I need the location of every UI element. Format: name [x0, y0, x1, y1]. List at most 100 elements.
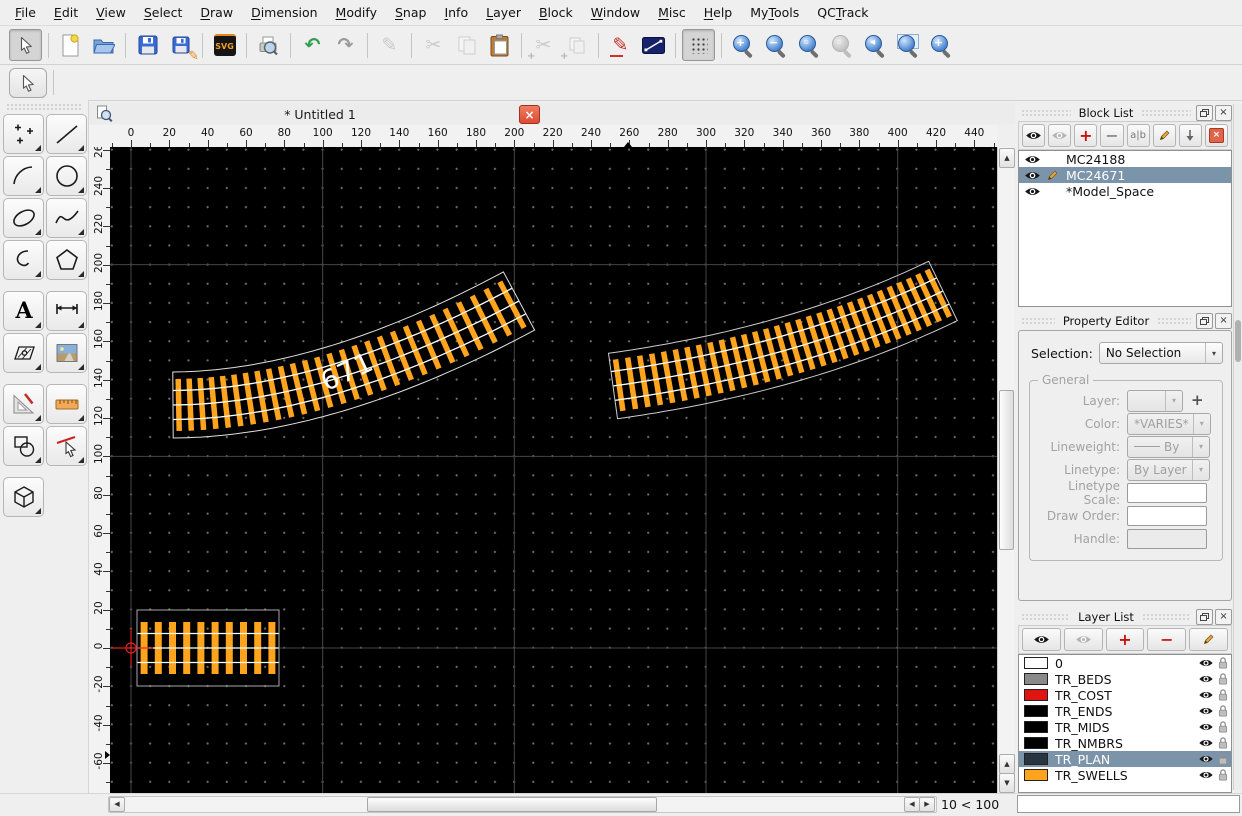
- print-preview-button[interactable]: [253, 30, 284, 60]
- hide-all-layers-button[interactable]: [1064, 628, 1103, 651]
- lock-icon[interactable]: [1218, 705, 1228, 717]
- color-combobox[interactable]: *VARIES*▾: [1127, 413, 1211, 435]
- close-panel-button[interactable]: ×: [1215, 105, 1232, 121]
- select-entities-button[interactable]: [46, 426, 87, 466]
- solid-3d-tool-button[interactable]: [3, 477, 44, 517]
- pen-style-button[interactable]: ✎: [374, 30, 405, 60]
- zoom-auto-button[interactable]: ▫: [794, 30, 825, 60]
- layer-visibility-toggle[interactable]: [1198, 706, 1218, 716]
- insert-block-button[interactable]: [1179, 124, 1202, 147]
- block-list-item[interactable]: MC24671: [1019, 167, 1231, 183]
- layer-list-item[interactable]: TR_NMBRS: [1019, 735, 1231, 751]
- layer-visibility-toggle[interactable]: [1198, 674, 1218, 684]
- menu-item[interactable]: Snap: [386, 1, 435, 24]
- layer-visibility-toggle[interactable]: [1198, 754, 1218, 764]
- selection-combobox[interactable]: No Selection ▾: [1099, 342, 1223, 364]
- layer-list-item[interactable]: 0: [1019, 655, 1231, 671]
- horizontal-scroll-thumb[interactable]: [367, 797, 657, 812]
- export-svg-button[interactable]: SVG: [209, 30, 240, 60]
- draw-pen-button[interactable]: ✎: [605, 30, 636, 60]
- block-visibility-toggle[interactable]: [1024, 154, 1046, 165]
- delete-block-button[interactable]: ×: [1205, 124, 1228, 147]
- save-button[interactable]: [132, 30, 163, 60]
- float-panel-button[interactable]: [1196, 313, 1213, 329]
- lock-icon[interactable]: [1218, 721, 1228, 733]
- zoom-out-button[interactable]: −: [761, 30, 792, 60]
- layer-list-titlebar[interactable]: Layer List ×: [1018, 608, 1232, 625]
- menu-item[interactable]: QCTrack: [808, 1, 877, 24]
- close-panel-button[interactable]: ×: [1215, 313, 1232, 329]
- menu-item[interactable]: Block: [530, 1, 582, 24]
- lock-icon[interactable]: [1218, 737, 1228, 749]
- menu-item[interactable]: View: [87, 1, 135, 24]
- horizontal-scrollbar[interactable]: ◀ ◀ ▶: [108, 796, 937, 813]
- modify-tool-button[interactable]: [3, 426, 44, 466]
- dimension-tool-button[interactable]: [46, 291, 87, 331]
- layer-combobox[interactable]: ▾: [1127, 390, 1183, 412]
- rename-block-button[interactable]: a|b: [1127, 124, 1150, 147]
- measure-tools-button[interactable]: [3, 384, 44, 424]
- paste-button[interactable]: [484, 30, 515, 60]
- dock-scrollbar[interactable]: [1233, 104, 1242, 790]
- layer-visibility-toggle[interactable]: [1198, 722, 1218, 732]
- grid-toggle-button[interactable]: [682, 29, 715, 61]
- redo-button[interactable]: ↷: [330, 30, 361, 60]
- copy-with-reference-button[interactable]: +: [561, 30, 592, 60]
- panel-splitter[interactable]: [1018, 601, 1232, 608]
- drawing-canvas[interactable]: 671: [110, 147, 997, 793]
- block-list-titlebar[interactable]: Block List ×: [1018, 104, 1232, 121]
- scroll-right-button[interactable]: ▶: [919, 797, 935, 812]
- block-visibility-toggle[interactable]: [1024, 170, 1046, 181]
- layer-list-item[interactable]: TR_PLAN: [1019, 751, 1231, 767]
- polygon-tool-button[interactable]: [46, 240, 87, 280]
- block-list-item[interactable]: MC24188: [1019, 151, 1231, 167]
- lock-icon[interactable]: [1218, 673, 1228, 685]
- menu-item[interactable]: Modify: [327, 1, 386, 24]
- select-pointer-button[interactable]: [9, 68, 47, 98]
- draw-order-input[interactable]: [1127, 506, 1207, 526]
- property-editor-titlebar[interactable]: Property Editor ×: [1018, 312, 1232, 329]
- menu-item[interactable]: Layer: [477, 1, 530, 24]
- ellipse-tool-button[interactable]: [3, 198, 44, 238]
- layer-visibility-toggle[interactable]: [1198, 690, 1218, 700]
- point-tool-button[interactable]: [3, 114, 44, 154]
- insert-image-button[interactable]: [46, 333, 87, 373]
- layer-list-item[interactable]: TR_SWELLS: [1019, 767, 1231, 783]
- copy-button[interactable]: [451, 30, 482, 60]
- layer-visibility-toggle[interactable]: [1198, 658, 1218, 668]
- edit-layer-button[interactable]: [1189, 628, 1228, 651]
- select-tool-button[interactable]: [9, 29, 42, 61]
- add-layer-button[interactable]: +: [1106, 628, 1145, 651]
- line-attributes-button[interactable]: [638, 30, 669, 60]
- close-document-button[interactable]: ×: [519, 105, 540, 124]
- spline-tool-button[interactable]: [46, 198, 87, 238]
- float-panel-button[interactable]: [1196, 105, 1213, 121]
- zoom-previous-button[interactable]: ◀: [860, 30, 891, 60]
- zoom-in-button[interactable]: +: [728, 30, 759, 60]
- menu-item[interactable]: Info: [435, 1, 477, 24]
- linetype-combobox[interactable]: By Layer▾: [1127, 459, 1210, 481]
- hatch-tool-button[interactable]: [3, 333, 44, 373]
- circle-tool-button[interactable]: [46, 156, 87, 196]
- menu-item[interactable]: File: [6, 1, 45, 24]
- lineweight-combobox[interactable]: By▾: [1127, 436, 1210, 458]
- scroll-down-button[interactable]: ▼: [999, 773, 1015, 793]
- layer-list-item[interactable]: TR_COST: [1019, 687, 1231, 703]
- open-file-button[interactable]: [88, 30, 119, 60]
- menu-item[interactable]: MyTools: [741, 1, 808, 24]
- remove-layer-button[interactable]: −: [1147, 628, 1186, 651]
- hide-all-blocks-button[interactable]: [1048, 124, 1071, 147]
- add-block-button[interactable]: +: [1074, 124, 1097, 147]
- zoom-window-button[interactable]: [893, 30, 924, 60]
- scroll-up-button[interactable]: ▲: [999, 148, 1015, 168]
- menu-item[interactable]: Draw: [191, 1, 242, 24]
- menu-item[interactable]: Help: [695, 1, 742, 24]
- ruler-tool-button[interactable]: [46, 384, 87, 424]
- text-tool-button[interactable]: A: [3, 291, 44, 331]
- polyline-tool-button[interactable]: [3, 240, 44, 280]
- save-as-button[interactable]: ✎: [165, 30, 196, 60]
- zoom-pan-button[interactable]: +: [926, 30, 957, 60]
- undo-button[interactable]: ↶: [297, 30, 328, 60]
- lock-icon[interactable]: [1218, 769, 1228, 781]
- dock-scroll-thumb[interactable]: [1235, 320, 1241, 362]
